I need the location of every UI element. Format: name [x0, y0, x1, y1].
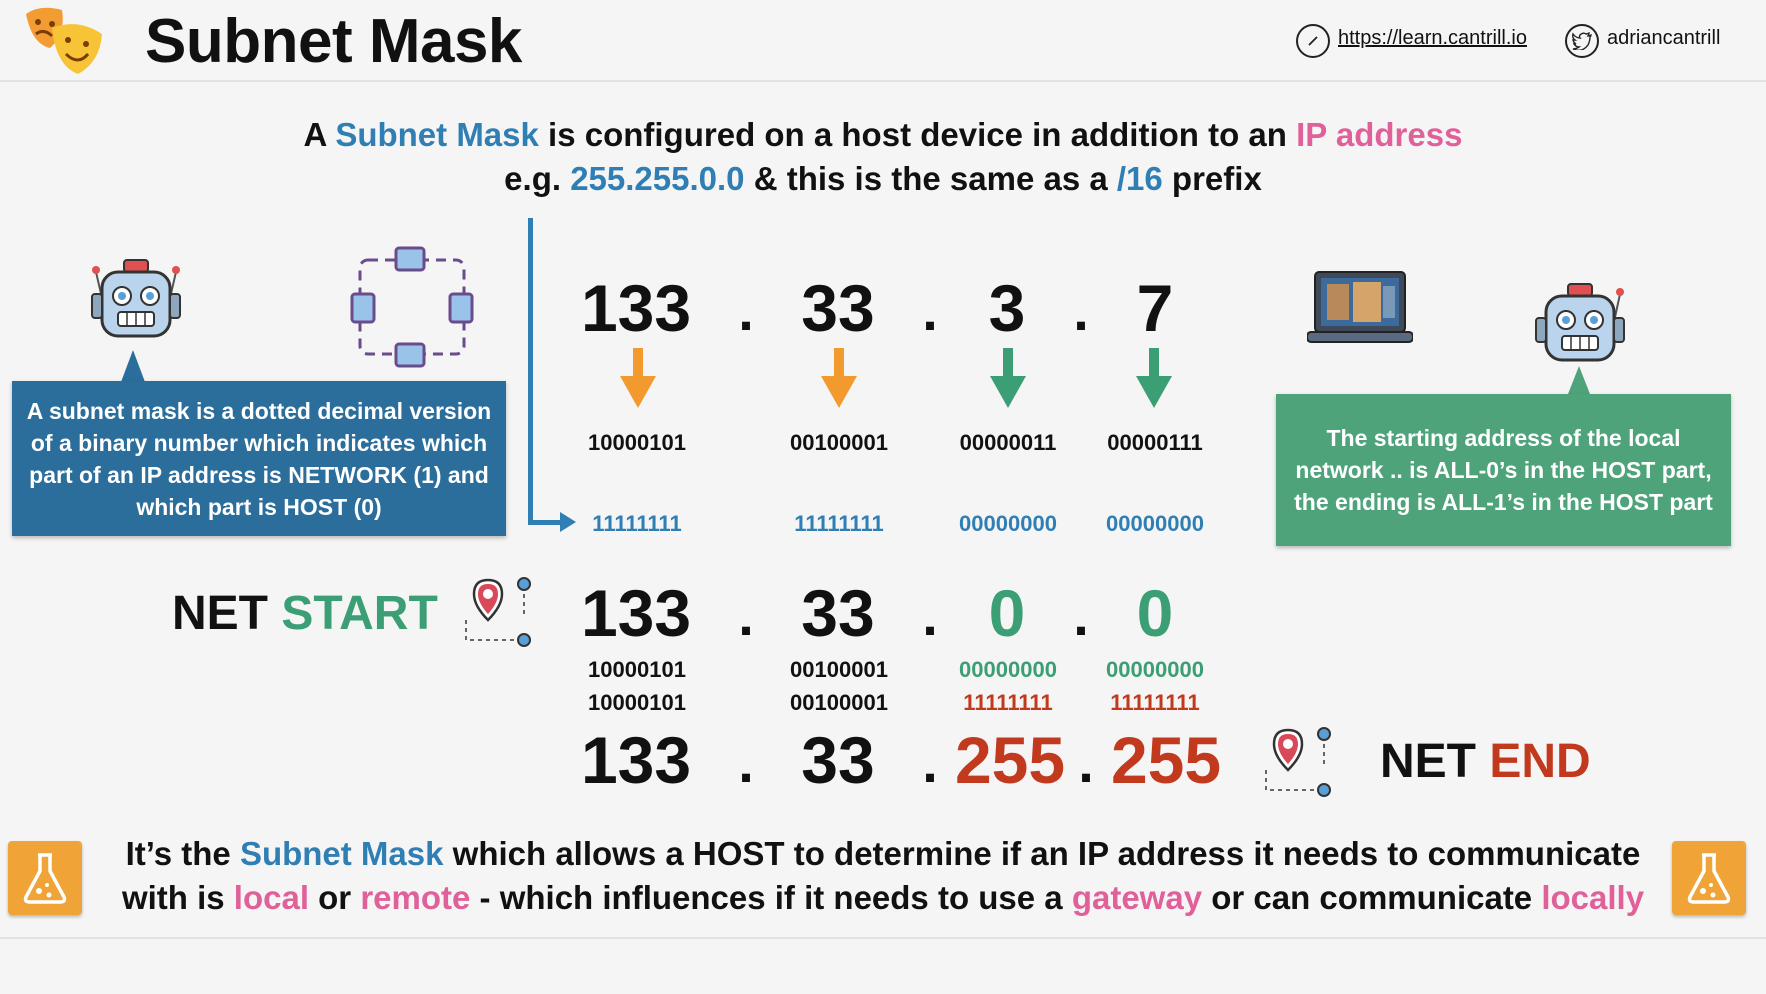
net-start-octet-2: 33 [801, 576, 875, 650]
bottom-line-1: It’s the Subnet Mask which allows a HOST… [0, 832, 1766, 876]
bottom-divider [0, 937, 1766, 939]
bottom-text: with is [121, 879, 234, 916]
site-link[interactable]: https://learn.cantrill.io [1338, 27, 1527, 50]
net-start-binary-1: 10000101 [588, 657, 686, 682]
net-start-octet-1: 133 [580, 576, 692, 650]
ip-octet-2: 33 [801, 271, 875, 345]
headline-ip-address: IP address [1296, 116, 1463, 153]
headline-text: A [303, 116, 336, 153]
net-end-binary-2: 00100001 [790, 690, 888, 715]
net-start-binary-3: 00000000 [959, 657, 1057, 682]
bottom-line-2: with is local or remote - which influenc… [0, 876, 1766, 920]
bottom-text: or can communicate [1202, 879, 1542, 916]
net-start-binary-2: 00100001 [790, 657, 888, 682]
right-callout-pointer [1568, 366, 1590, 394]
net-start-octet-3: 0 [988, 576, 1026, 650]
net-end-label: NET END [1380, 734, 1591, 789]
net-end-label-b: END [1489, 735, 1591, 788]
network-loop-icon [350, 244, 474, 368]
arrow-down-icon [990, 348, 1026, 408]
headline-mask-example: 255.255.0.0 [570, 160, 745, 197]
net-end-dot: . [738, 731, 754, 794]
net-end-octet-1: 133 [580, 723, 692, 797]
bottom-locally: locally [1541, 879, 1645, 916]
mask-binary-3: 00000000 [959, 511, 1057, 536]
net-start-dot: . [738, 584, 754, 647]
headline-prefix: /16 [1116, 160, 1163, 197]
headline-text: is configured on a host device in additi… [538, 116, 1297, 153]
headline-line-1: A Subnet Mask is configured on a host de… [0, 116, 1766, 154]
net-end-octet-4: 255 [1110, 723, 1222, 797]
net-start-label-a: NET [172, 587, 282, 640]
ip-dot: . [738, 279, 754, 342]
ip-binary-1: 10000101 [588, 430, 686, 455]
mask-connector-line [528, 218, 533, 524]
headline-text: e.g. [504, 160, 571, 197]
net-end-octet-2: 33 [801, 723, 875, 797]
twitter-handle[interactable]: adriancantrill [1607, 27, 1720, 50]
laptop-icon [1306, 270, 1414, 346]
mask-binary-2: 11111111 [794, 511, 884, 536]
mask-binary-4: 00000000 [1106, 511, 1204, 536]
headline-subnet-mask: Subnet Mask [335, 116, 539, 153]
mask-binary-1: 11111111 [592, 511, 682, 536]
net-start-label: NET START [172, 586, 438, 641]
bottom-summary: It’s the Subnet Mask which allows a HOST… [0, 832, 1766, 920]
bottom-text: or [308, 879, 361, 916]
net-end-binary-1: 10000101 [588, 690, 686, 715]
arrow-down-icon [1136, 348, 1172, 408]
robot-icon [1532, 282, 1628, 366]
page-title: Subnet Mask [145, 7, 522, 76]
bottom-gateway: gateway [1071, 879, 1203, 916]
net-end-binary-3: 11111111 [963, 690, 1053, 715]
map-pin-icon [1262, 726, 1332, 800]
net-start-octet-4: 0 [1136, 576, 1174, 650]
net-start-label-b: START [281, 587, 438, 640]
ip-octet-4: 7 [1136, 271, 1174, 345]
headline-text: & this is the same as a [744, 160, 1117, 197]
net-end-binary-4: 11111111 [1110, 690, 1200, 715]
bottom-local: local [233, 879, 309, 916]
bottom-text: - which influences if it needs to use a [470, 879, 1072, 916]
headline-text: prefix [1162, 160, 1262, 197]
left-callout-pointer [121, 350, 145, 382]
net-end-octet-3: 255 [954, 723, 1066, 797]
bottom-text: It’s the [125, 835, 240, 872]
robot-icon [88, 258, 184, 342]
mask-connector-line [528, 520, 564, 525]
ip-octet-1: 133 [580, 271, 692, 345]
right-callout-text: The starting address of the local networ… [1294, 425, 1713, 515]
left-callout-text: A subnet mask is a dotted decimal versio… [26, 397, 492, 520]
ip-binary-2: 00100001 [790, 430, 888, 455]
net-start-binary-4: 00000000 [1106, 657, 1204, 682]
ip-binary-4: 00000111 [1107, 430, 1203, 455]
masks-logo-icon [22, 4, 106, 78]
left-callout: A subnet mask is a dotted decimal versio… [12, 381, 506, 536]
ip-octet-3: 3 [988, 271, 1026, 345]
map-pin-icon [462, 576, 532, 650]
bottom-remote: remote [360, 879, 471, 916]
headline-line-2: e.g. 255.255.0.0 & this is the same as a… [0, 160, 1766, 198]
arrow-down-icon [821, 348, 857, 408]
ip-binary-3: 00000011 [959, 430, 1057, 455]
net-end-label-a: NET [1380, 735, 1490, 788]
right-callout: The starting address of the local networ… [1276, 394, 1731, 546]
bottom-text: which allows a HOST to determine if an I… [443, 835, 1641, 872]
bottom-subnet-mask: Subnet Mask [239, 835, 444, 872]
arrow-down-icon [620, 348, 656, 408]
twitter-icon[interactable] [1565, 24, 1599, 58]
compass-icon[interactable] [1296, 24, 1330, 58]
